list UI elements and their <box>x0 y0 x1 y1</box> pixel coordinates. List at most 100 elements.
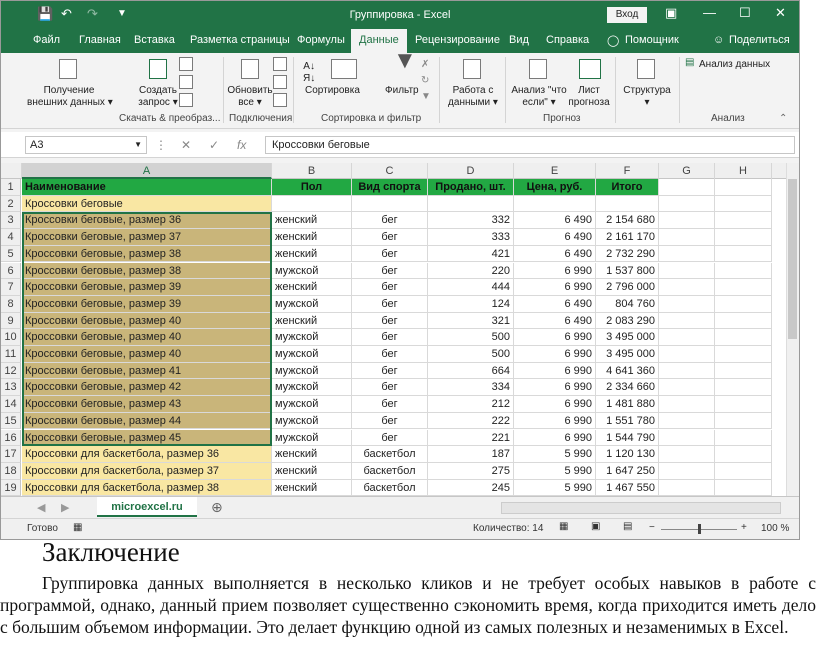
prev-sheet-icon[interactable]: ◀ <box>37 501 45 514</box>
cell-f[interactable]: 1 467 550 <box>596 479 659 496</box>
sort-az-icon[interactable]: A↓ Я↓ <box>303 61 315 85</box>
cell-h[interactable] <box>715 429 772 447</box>
cell-a[interactable]: Кроссовки беговые, размер 40 <box>22 346 272 363</box>
row-header[interactable]: 18 <box>1 462 21 480</box>
cell-c[interactable] <box>352 195 428 213</box>
column-header-b[interactable]: B <box>272 163 352 179</box>
cell-b[interactable]: женский <box>272 212 352 230</box>
cell-c[interactable]: бег <box>352 245 428 263</box>
formula-input[interactable]: Кроссовки беговые <box>265 136 795 154</box>
zoom-level[interactable]: 100 % <box>761 523 789 534</box>
cell-g[interactable] <box>659 195 715 213</box>
cell-c[interactable]: баскетбол <box>352 462 428 480</box>
cell-f[interactable]: 3 495 000 <box>596 329 659 346</box>
cell-h[interactable] <box>715 412 772 430</box>
cell-f[interactable]: 1 120 130 <box>596 446 659 463</box>
cell-e[interactable]: 6 990 <box>514 279 596 296</box>
row-header[interactable]: 6 <box>1 262 21 280</box>
cell-b[interactable]: женский <box>272 462 352 480</box>
cell-a[interactable]: Кроссовки беговые, размер 38 <box>22 245 272 263</box>
cell-e[interactable]: 6 990 <box>514 262 596 280</box>
cell-d[interactable]: 220 <box>428 262 514 280</box>
cell-a[interactable]: Кроссовки беговые, размер 36 <box>22 212 272 230</box>
cell-a[interactable]: Кроссовки беговые, размер 45 <box>22 429 272 447</box>
close-button[interactable]: ✕ <box>775 5 786 21</box>
share-button[interactable]: Поделиться <box>729 34 790 46</box>
cell-f[interactable] <box>596 195 659 213</box>
cell-b[interactable]: женский <box>272 245 352 263</box>
cell-d[interactable]: 332 <box>428 212 514 230</box>
row-header[interactable]: 16 <box>1 429 21 447</box>
cell-h[interactable] <box>715 329 772 346</box>
cell-c[interactable]: баскетбол <box>352 479 428 496</box>
cell-g[interactable] <box>659 379 715 397</box>
tab-formulas[interactable]: Формулы <box>297 34 345 46</box>
cell-b[interactable]: мужской <box>272 396 352 413</box>
cell-e[interactable]: 6 490 <box>514 245 596 263</box>
cell-e[interactable]: 6 990 <box>514 346 596 363</box>
outline-icon[interactable] <box>637 59 655 79</box>
row-header[interactable]: 7 <box>1 279 21 296</box>
cell-e[interactable]: 6 490 <box>514 312 596 330</box>
cell-c[interactable]: бег <box>352 429 428 447</box>
collapse-ribbon-icon[interactable]: ⌃ <box>779 113 787 125</box>
spreadsheet-grid[interactable]: A B C D E F G H 1 Наименование Пол Вид спор… <box>1 163 799 496</box>
cell-f[interactable]: 4 641 360 <box>596 362 659 380</box>
cell-b[interactable]: женский <box>272 229 352 246</box>
advanced-filter-icon[interactable]: ▼ <box>421 91 431 103</box>
clear-filter-icon[interactable]: ✗ <box>421 59 429 71</box>
cell-a[interactable]: Кроссовки беговые, размер 41 <box>22 362 272 380</box>
column-header-d[interactable]: D <box>428 163 514 179</box>
enter-icon[interactable]: ✓ <box>209 138 219 152</box>
cell-a[interactable]: Кроссовки для баскетбола, размер 38 <box>22 479 272 496</box>
cell-e[interactable]: 6 490 <box>514 295 596 313</box>
cell-a[interactable]: Кроссовки для баскетбола, размер 37 <box>22 462 272 480</box>
cell-h[interactable] <box>715 279 772 296</box>
cell-h[interactable] <box>715 229 772 246</box>
cell-a[interactable]: Кроссовки беговые, размер 38 <box>22 262 272 280</box>
column-header-e[interactable]: E <box>514 163 596 179</box>
row-header[interactable]: 12 <box>1 362 21 380</box>
cell-g[interactable] <box>659 346 715 363</box>
cell-g[interactable] <box>659 245 715 263</box>
page-layout-view-icon[interactable]: ▣ <box>591 521 600 532</box>
cell-b[interactable]: женский <box>272 446 352 463</box>
zoom-slider-thumb[interactable] <box>698 524 701 534</box>
cell-f[interactable]: 2 083 290 <box>596 312 659 330</box>
cell-g[interactable] <box>659 295 715 313</box>
sign-in-button[interactable]: Вход <box>607 7 647 23</box>
cell-f[interactable]: 1 551 780 <box>596 412 659 430</box>
cell-e[interactable]: 6 990 <box>514 429 596 447</box>
cell-d[interactable]: 124 <box>428 295 514 313</box>
what-if-icon[interactable] <box>529 59 547 79</box>
cell-d[interactable]: 444 <box>428 279 514 296</box>
cell-b[interactable]: мужской <box>272 412 352 430</box>
cell-d[interactable]: 221 <box>428 429 514 447</box>
cell-f[interactable]: 2 161 170 <box>596 229 659 246</box>
cell-d[interactable]: 245 <box>428 479 514 496</box>
cell-c[interactable]: бег <box>352 329 428 346</box>
cell-d[interactable]: 664 <box>428 362 514 380</box>
cell-e[interactable]: 6 990 <box>514 412 596 430</box>
tab-view[interactable]: Вид <box>509 34 529 46</box>
cell-g[interactable] <box>659 429 715 447</box>
data-analysis-button[interactable]: Анализ данных <box>699 59 770 71</box>
tab-tell-me[interactable]: Помощник <box>625 34 679 46</box>
get-external-data-button[interactable]: Получение внешних данных ▾ <box>27 85 113 109</box>
cell-f[interactable]: 2 334 660 <box>596 379 659 397</box>
row-header[interactable]: 8 <box>1 295 21 313</box>
cell-f[interactable]: 1 544 790 <box>596 429 659 447</box>
column-header-f[interactable]: F <box>596 163 659 179</box>
properties-icon[interactable] <box>273 75 287 89</box>
row-header[interactable]: 14 <box>1 396 21 413</box>
cell-c[interactable]: бег <box>352 262 428 280</box>
refresh-all-button[interactable]: Обновить все ▾ <box>225 85 275 109</box>
cell-e[interactable]: 6 990 <box>514 396 596 413</box>
zoom-in-icon[interactable]: + <box>741 522 747 533</box>
cell-f[interactable]: 3 495 000 <box>596 346 659 363</box>
cancel-icon[interactable]: ✕ <box>181 138 191 152</box>
cell-c[interactable]: бег <box>352 346 428 363</box>
new-query-icon[interactable] <box>149 59 167 79</box>
cell-a[interactable]: Кроссовки беговые, размер 39 <box>22 279 272 296</box>
macro-record-icon[interactable]: ▦ <box>73 522 82 533</box>
